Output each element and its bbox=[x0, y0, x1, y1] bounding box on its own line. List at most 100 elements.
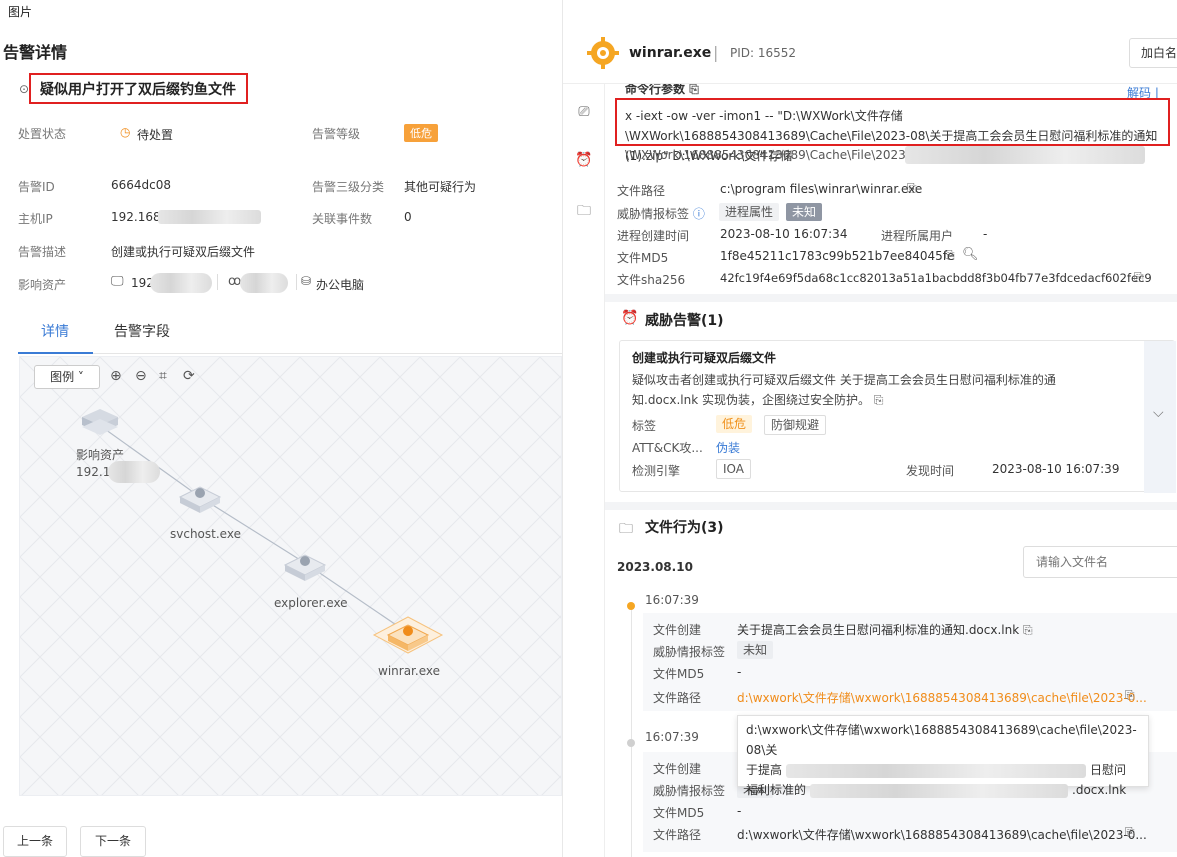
attck-link[interactable]: 伪装 bbox=[716, 439, 740, 456]
event-date: 2023.08.10 bbox=[617, 560, 693, 574]
tab-detail[interactable]: 详情 bbox=[41, 321, 69, 341]
process-graph[interactable]: 图例 ˅ ⊕ ⊖ ⌗ ⟳ 影响资产 192.1 svchost.exe expl… bbox=[19, 356, 562, 796]
search-icon[interactable]: 🔍︎ bbox=[962, 247, 979, 262]
category-value: 其他可疑行为 bbox=[404, 180, 477, 194]
file-behavior-title: 文件行为(3) bbox=[645, 520, 724, 536]
node-label: 192.1 bbox=[76, 465, 111, 479]
copy-icon: ⎘ bbox=[1023, 623, 1033, 637]
alert-detail-panel: 告警详情 ⊙ 疑似用户打开了双后缀钓鱼文件 处置状态 ◷ 待处置 告警等级 低危… bbox=[0, 28, 562, 857]
cmd-text-continued: \WXWork\1688854308413689\Cache\File\2023… bbox=[625, 148, 930, 162]
redacted-text bbox=[786, 763, 1087, 778]
section-divider bbox=[605, 294, 1177, 302]
whitelist-button[interactable]: 加白名 bbox=[1129, 38, 1177, 68]
id-label: 告警ID bbox=[18, 180, 55, 194]
copy-icon[interactable]: ⎘ bbox=[1125, 825, 1135, 840]
process-icon[interactable]: ⎚ bbox=[575, 104, 593, 122]
create-value: 关于提高工会会员生日慰问福利标准的通知.docx.lnk ⎘ bbox=[737, 623, 1033, 637]
asset-label: 影响资产 bbox=[18, 278, 67, 292]
desc-value: 创建或执行可疑双后缀文件 bbox=[111, 245, 256, 259]
tooltip-line: d:\wxwork\文件存储\wxwork\1688854308413689\c… bbox=[746, 723, 1137, 757]
md5-label: 文件MD5 bbox=[617, 251, 669, 265]
reset-view-icon[interactable]: ⟳ bbox=[183, 368, 195, 384]
level-badge: 低危 bbox=[404, 124, 438, 142]
card-desc: 知.docx.lnk 实现伪装，企图绕过安全防护。 ⎘ bbox=[632, 393, 884, 407]
redacted-ip bbox=[158, 210, 261, 224]
legend-dropdown[interactable]: 图例 ˅ bbox=[34, 365, 100, 389]
expand-area[interactable]: ⌵ bbox=[1144, 341, 1176, 493]
ti-tag: 进程属性 bbox=[719, 203, 780, 221]
folder-icon: 🗀 bbox=[619, 521, 633, 537]
clock-icon: ◷ bbox=[120, 125, 131, 139]
drawer-side-nav: ⎚ ⏰ 🗀 bbox=[563, 84, 605, 857]
copy-icon[interactable]: ⎘ bbox=[907, 181, 917, 196]
card-title: 创建或执行可疑双后缀文件 bbox=[632, 351, 777, 365]
path-label: 文件路径 bbox=[653, 691, 702, 705]
redacted-cmd bbox=[905, 146, 1145, 164]
id-value: 6664dc08 bbox=[111, 178, 172, 192]
process-pid: PID: 16552 bbox=[730, 46, 797, 60]
path-value[interactable]: d:\wxwork\文件存储\wxwork\1688854308413689\c… bbox=[737, 689, 1147, 706]
path-value: c:\program files\winrar\winrar.exe bbox=[720, 182, 923, 196]
node-label: svchost.exe bbox=[170, 527, 241, 541]
path-value[interactable]: d:\wxwork\文件存储\wxwork\1688854308413689\c… bbox=[737, 826, 1147, 843]
collapse-icon[interactable]: ⊙ bbox=[19, 82, 29, 96]
monitor-icon: 🖵 bbox=[111, 274, 124, 289]
ti-tag: 未知 bbox=[786, 203, 823, 221]
ti-label: 威胁情报标签 ⓘ bbox=[617, 207, 705, 221]
process-info-section: 命令行参数 ⎘ 解码 | x -iext -ow -ver -imon1 -- … bbox=[605, 84, 1177, 294]
md5-label: 文件MD5 bbox=[653, 806, 705, 820]
window-title: 图片 bbox=[8, 5, 33, 19]
node-label: explorer.exe bbox=[274, 596, 348, 610]
threat-alert-card[interactable]: 创建或执行可疑双后缀文件 疑似攻击者创建或执行可疑双后缀文件 关于提高工会会员生… bbox=[619, 340, 1176, 493]
md5-label: 文件MD5 bbox=[653, 667, 705, 681]
copy-icon[interactable]: ⎘ bbox=[1125, 688, 1135, 703]
page-title: 告警详情 bbox=[3, 43, 68, 62]
ip-label: 主机IP bbox=[18, 212, 53, 226]
fit-screen-icon[interactable]: ⌗ bbox=[159, 368, 167, 384]
alarm-icon: ⏰ bbox=[621, 310, 639, 326]
create-label: 文件创建 bbox=[653, 762, 702, 776]
alert-name: 疑似用户打开了双后缀钓鱼文件 bbox=[40, 82, 236, 98]
category-label: 告警三级分类 bbox=[312, 180, 385, 194]
level-tag: 低危 bbox=[716, 415, 753, 433]
process-detail-drawer: winrar.exe | PID: 16552 加白名 ⎚ ⏰ 🗀 命令行参数 … bbox=[562, 0, 1177, 857]
copy-icon[interactable]: ⎘ bbox=[1134, 270, 1144, 285]
separator: | bbox=[713, 43, 719, 62]
next-button[interactable]: 下一条 bbox=[80, 826, 146, 857]
drawer-header: winrar.exe | PID: 16552 加白名 bbox=[563, 24, 1177, 84]
status-label: 处置状态 bbox=[18, 127, 67, 141]
tooltip-line: 于提高 日慰问 bbox=[746, 763, 1127, 778]
ti-tag: 未知 bbox=[737, 641, 774, 659]
cmd-label: 命令行参数 ⎘ bbox=[625, 84, 699, 96]
path-label: 文件路径 bbox=[617, 184, 666, 198]
user-value: - bbox=[983, 227, 988, 241]
found-value: 2023-08-10 16:07:39 bbox=[992, 462, 1120, 476]
card-desc: 疑似攻击者创建或执行可疑双后缀文件 关于提高工会会员生日慰问福利标准的通 bbox=[632, 373, 1056, 387]
tactic-tag: 防御规避 bbox=[764, 415, 827, 435]
chevron-down-icon[interactable]: ⌵ bbox=[1153, 405, 1164, 421]
zoom-in-icon[interactable]: ⊕ bbox=[110, 368, 122, 384]
tab-indicator bbox=[18, 352, 93, 354]
create-label: 文件创建 bbox=[653, 623, 702, 637]
timeline-dot bbox=[627, 602, 635, 610]
sha256-label: 文件sha256 bbox=[617, 273, 686, 287]
ti-label: 威胁情报标签 bbox=[653, 645, 726, 659]
redacted-asset bbox=[150, 273, 212, 293]
prev-button[interactable]: 上一条 bbox=[3, 826, 67, 857]
event-time: 16:07:39 bbox=[645, 593, 699, 607]
tag-label: 标签 bbox=[632, 419, 657, 433]
tab-alert-fields[interactable]: 告警字段 bbox=[114, 321, 170, 341]
copy-icon: ⎘ bbox=[689, 84, 699, 96]
zoom-out-icon[interactable]: ⊖ bbox=[135, 368, 147, 384]
path-label: 文件路径 bbox=[653, 828, 702, 842]
tab-divider bbox=[18, 353, 562, 354]
timeline-line bbox=[631, 604, 632, 857]
copy-icon[interactable]: ⎘ bbox=[945, 248, 955, 263]
folder-icon[interactable]: 🗀 bbox=[575, 200, 593, 219]
event-count-value: 0 bbox=[404, 210, 412, 224]
md5-value: - bbox=[737, 665, 742, 679]
divider bbox=[217, 274, 218, 290]
alarm-icon[interactable]: ⏰ bbox=[575, 152, 593, 170]
file-search-input[interactable] bbox=[1023, 546, 1177, 578]
redacted-text bbox=[810, 783, 1069, 798]
